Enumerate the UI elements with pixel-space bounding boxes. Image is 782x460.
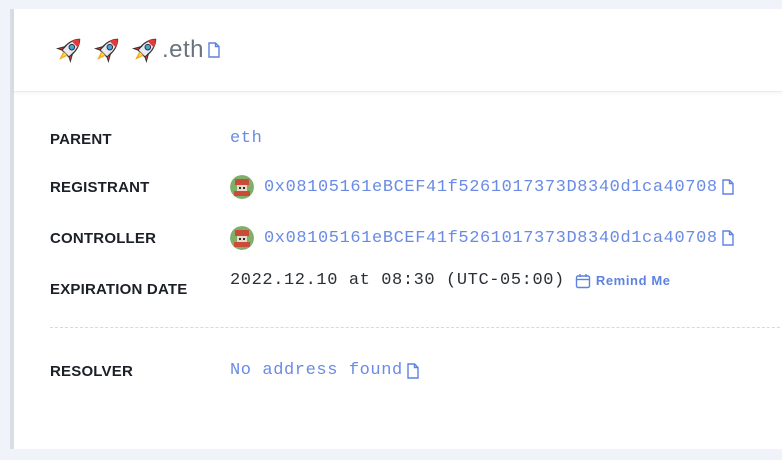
name-suffix: .eth (162, 36, 205, 63)
expiration-date-text: 2022.12.10 at 08:30 (UTC-05:00) (230, 271, 565, 290)
remind-me-button[interactable]: Remind Me (575, 273, 671, 289)
parent-label: PARENT (50, 131, 112, 148)
parent-value-wrap: eth (230, 129, 262, 148)
avatar (230, 226, 254, 250)
expiration-label: EXPIRATION DATE (50, 281, 188, 298)
resolver-label: RESOLVER (50, 363, 134, 380)
registrant-value-wrap: 0x08105161eBCEF41f5261017373D8340d1ca407… (230, 175, 734, 199)
section-divider (50, 327, 782, 328)
copy-icon[interactable] (721, 230, 734, 246)
expiration-value-wrap: 2022.12.10 at 08:30 (UTC-05:00) Remind M… (230, 271, 671, 290)
parent-row: PARENT (50, 131, 112, 148)
remind-me-label: Remind Me (595, 273, 671, 288)
controller-label: CONTROLLER (50, 230, 157, 247)
resolver-value-wrap: No address found (230, 361, 419, 380)
expiration-row: EXPIRATION DATE (50, 281, 187, 298)
avatar (230, 175, 254, 199)
rocket-icon (55, 38, 81, 64)
parent-link[interactable]: eth (230, 129, 262, 148)
resolver-row: RESOLVER (50, 363, 133, 380)
calendar-icon (575, 273, 591, 288)
registrant-label: REGISTRANT (50, 179, 150, 196)
controller-row: CONTROLLER (50, 230, 156, 247)
controller-address-link[interactable]: 0x08105161eBCEF41f5261017373D8340d1ca407… (264, 229, 718, 248)
resolver-value[interactable]: No address found (230, 361, 403, 380)
name-emoji-group (52, 33, 162, 67)
controller-value-wrap: 0x08105161eBCEF41f5261017373D8340d1ca407… (230, 226, 734, 250)
rocket-icon (93, 38, 119, 64)
name-details-card: .eth PARENT eth REGISTRANT 0x08105161eBC… (10, 9, 782, 449)
copy-icon[interactable] (721, 179, 734, 195)
copy-icon[interactable] (208, 42, 220, 58)
name-header: .eth (14, 9, 782, 92)
rocket-icon (131, 38, 157, 64)
registrant-row: REGISTRANT (50, 179, 150, 196)
registrant-address-link[interactable]: 0x08105161eBCEF41f5261017373D8340d1ca407… (264, 178, 718, 197)
copy-icon[interactable] (407, 362, 419, 379)
